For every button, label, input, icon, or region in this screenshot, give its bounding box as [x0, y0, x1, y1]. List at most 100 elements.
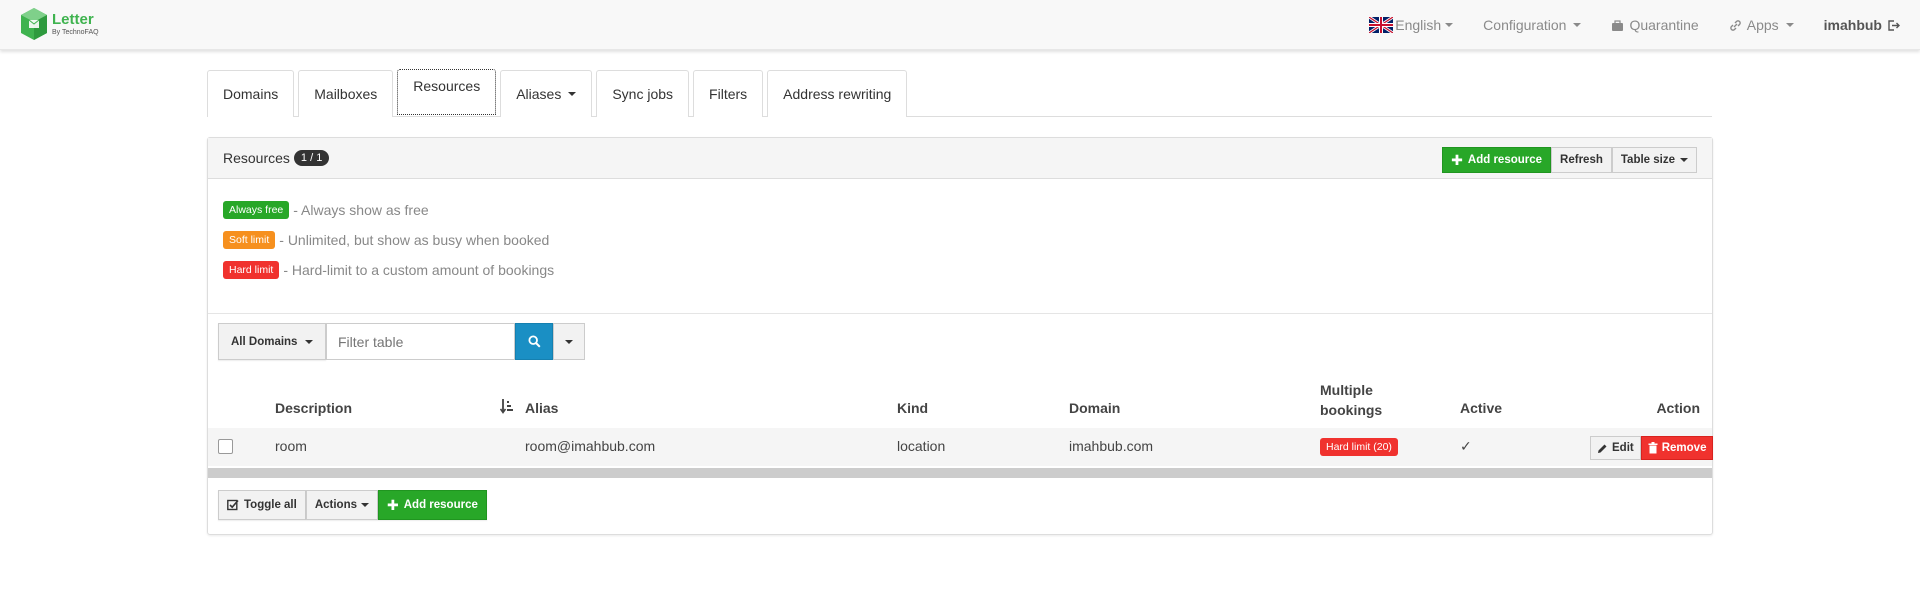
add-resource-label: Add resource — [403, 499, 478, 511]
add-resource-footer-button[interactable]: ✚ Add resource — [378, 490, 487, 520]
always-free-label: Always free — [223, 201, 290, 219]
tab-label: Address rewriting — [783, 86, 892, 102]
add-resource-label: Add resource — [1467, 154, 1543, 166]
link-icon — [1729, 19, 1741, 31]
soft-limit-label: Soft limit — [223, 231, 276, 249]
table-row: room room@imahbub.com location imahbub.c… — [208, 428, 1714, 466]
configuration-label: Configuration — [1483, 17, 1567, 33]
quarantine-label: Quarantine — [1629, 17, 1699, 33]
trash-icon — [1648, 442, 1658, 454]
remove-button[interactable]: Remove — [1640, 436, 1714, 460]
horizontal-scrollbar[interactable] — [208, 468, 1712, 478]
filter-options-dropdown[interactable] — [553, 323, 585, 360]
username: imahbub — [1823, 17, 1882, 33]
cell-alias: room@imahbub.com — [525, 438, 656, 454]
panel-title: Resources 1 / 1 — [223, 150, 330, 166]
tab-label: Domains — [223, 86, 279, 102]
chevron-down-icon — [361, 503, 369, 507]
count-badge: 1 / 1 — [293, 150, 330, 166]
refresh-label: Refresh — [1560, 154, 1603, 166]
panel-title-text: Resources — [223, 150, 290, 166]
actions-dropdown[interactable]: Actions — [305, 490, 378, 520]
header-multiple-bookings[interactable]: Multiple bookings — [1320, 380, 1382, 420]
header-alias[interactable]: Alias — [525, 400, 558, 416]
edit-button[interactable]: Edit — [1590, 436, 1641, 460]
tab-resources[interactable]: Resources — [397, 69, 497, 115]
plus-icon: ✚ — [1451, 152, 1463, 168]
tab-label: Sync jobs — [612, 86, 674, 102]
bookings-badge: Hard limit (20) — [1320, 438, 1398, 456]
legend-item: Hard limit - Hard-limit to a custom amou… — [223, 260, 554, 280]
header-domain[interactable]: Domain — [1069, 400, 1120, 416]
row-actions: Edit Remove — [1590, 436, 1714, 460]
chevron-down-icon — [1680, 158, 1688, 162]
checkbox-checked-icon — [227, 499, 239, 511]
table-footer-buttons: Toggle all Actions ✚ Add resource — [218, 490, 487, 520]
row-checkbox[interactable] — [218, 439, 233, 454]
uk-flag-icon — [1369, 17, 1394, 33]
top-navbar: Letter By TechnoFAQ English Configuratio… — [0, 0, 1920, 50]
briefcase-icon — [1612, 19, 1624, 31]
tab-mailboxes[interactable]: Mailboxes — [298, 70, 394, 117]
refresh-button[interactable]: Refresh — [1551, 147, 1612, 173]
toggle-all-label: Toggle all — [244, 499, 297, 511]
panel-heading: Resources 1 / 1 ✚ Add resource Refresh T… — [208, 138, 1712, 179]
filter-bar: All Domains — [208, 313, 1712, 373]
table-size-label: Table size — [1620, 154, 1675, 166]
sort-descending-icon[interactable] — [500, 398, 514, 414]
cell-active: ✓ — [1460, 438, 1472, 454]
search-button[interactable] — [515, 323, 553, 360]
panel-header-buttons: ✚ Add resource Refresh Table size — [1442, 147, 1697, 173]
language-label: English — [1395, 17, 1442, 33]
search-icon — [527, 335, 541, 348]
section-tabs: Domains Mailboxes Resources Aliases Sync… — [207, 69, 1712, 117]
cell-description: room — [275, 438, 307, 454]
user-logout-link[interactable]: imahbub — [1809, 0, 1920, 50]
edit-label: Edit — [1612, 442, 1634, 454]
cube-logo-icon — [21, 8, 47, 40]
legend-text: - Unlimited, but show as busy when booke… — [279, 232, 550, 248]
header-text: bookings — [1320, 402, 1383, 418]
apps-label: Apps — [1746, 17, 1779, 33]
tab-label: Aliases — [516, 86, 562, 102]
hard-limit-label: Hard limit — [223, 261, 280, 279]
legend-text: - Hard-limit to a custom amount of booki… — [283, 262, 555, 278]
brand-subtitle: By TechnoFAQ — [52, 29, 99, 36]
tab-sync-jobs[interactable]: Sync jobs — [596, 70, 690, 117]
header-active[interactable]: Active — [1460, 400, 1502, 416]
chevron-down-icon — [565, 339, 573, 344]
language-menu[interactable]: English — [1354, 0, 1468, 50]
table-size-button[interactable]: Table size — [1611, 147, 1697, 173]
booking-legend: Always free - Always show as free Soft l… — [223, 200, 554, 290]
filter-table-input[interactable] — [326, 323, 515, 360]
cell-kind: location — [897, 438, 946, 454]
apps-menu[interactable]: Apps — [1714, 0, 1809, 50]
chevron-down-icon — [1573, 23, 1582, 27]
tab-filters[interactable]: Filters — [693, 70, 764, 117]
toggle-all-button[interactable]: Toggle all — [218, 490, 306, 520]
tab-address-rewriting[interactable]: Address rewriting — [767, 70, 908, 117]
tab-domains[interactable]: Domains — [207, 70, 295, 117]
configuration-menu[interactable]: Configuration — [1468, 0, 1596, 50]
tab-label: Filters — [709, 86, 748, 102]
header-text: Multiple — [1320, 382, 1373, 398]
plus-icon: ✚ — [387, 497, 399, 513]
chevron-down-icon — [1445, 23, 1454, 27]
tab-label: Mailboxes — [314, 86, 378, 102]
header-description[interactable]: Description — [275, 400, 352, 416]
header-kind[interactable]: Kind — [897, 400, 928, 416]
chevron-down-icon — [1785, 23, 1794, 27]
legend-item: Soft limit - Unlimited, but show as busy… — [223, 230, 554, 250]
tab-label: Resources — [413, 78, 481, 94]
domain-filter-dropdown[interactable]: All Domains — [218, 323, 327, 360]
legend-text: - Always show as free — [293, 202, 429, 218]
add-resource-button[interactable]: ✚ Add resource — [1442, 147, 1552, 173]
remove-label: Remove — [1661, 442, 1707, 454]
tab-aliases[interactable]: Aliases — [500, 70, 593, 117]
brand-logo[interactable]: Letter By TechnoFAQ — [20, 5, 99, 43]
brand-name: Letter — [52, 11, 94, 28]
logout-icon — [1888, 19, 1900, 31]
resources-panel: Resources 1 / 1 ✚ Add resource Refresh T… — [207, 137, 1714, 535]
quarantine-link[interactable]: Quarantine — [1596, 0, 1713, 50]
header-action: Action — [1656, 400, 1700, 416]
